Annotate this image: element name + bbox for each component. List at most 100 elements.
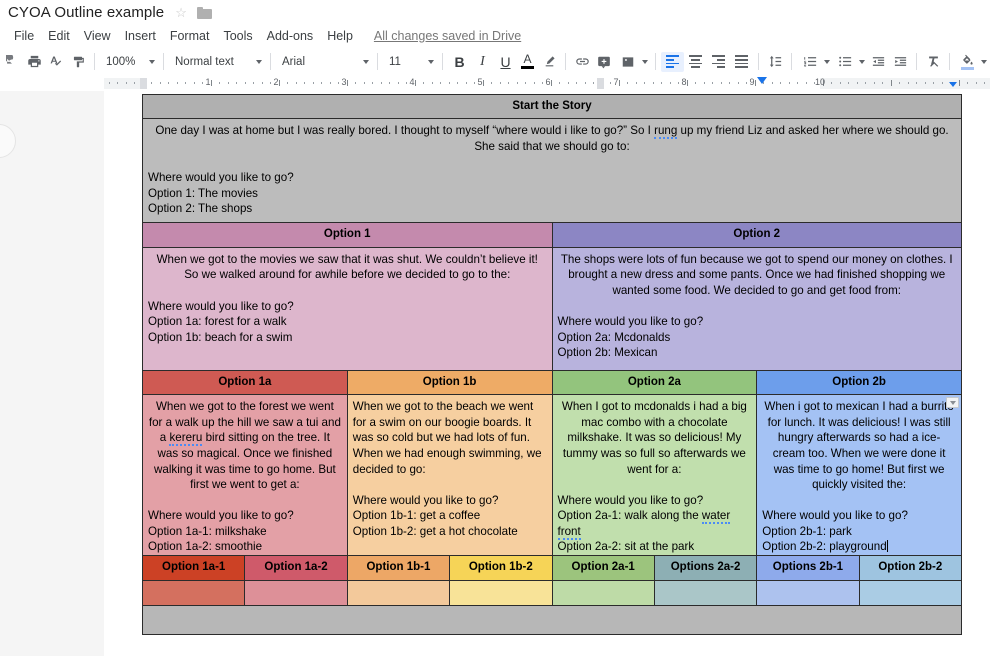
ruler-mid-indent-block[interactable] <box>597 78 604 89</box>
option-1b-header-cell[interactable]: Option 1b <box>346 369 553 396</box>
table-footer-cell[interactable] <box>142 604 962 635</box>
table-row: When we got to the movies we saw that it… <box>142 246 962 371</box>
add-comment-icon[interactable] <box>593 51 615 73</box>
insert-image-dropdown[interactable] <box>615 51 650 73</box>
font-family-dropdown[interactable]: Arial <box>276 51 372 73</box>
ruler-tick <box>236 82 237 84</box>
ruler-tick <box>746 82 747 84</box>
ruler-number: 3 <box>341 77 347 87</box>
workspace: Start the Story One day I was at home bu… <box>0 91 990 656</box>
option-1-body: When we got to the movies we saw that it… <box>143 248 552 370</box>
document-title[interactable]: CYOA Outline example <box>8 4 164 21</box>
undo-icon[interactable] <box>1 51 23 73</box>
option-2b-body-cell[interactable]: When i got to mexican I had a burrito fo… <box>756 394 962 557</box>
save-status-label[interactable]: All changes saved in Drive <box>374 29 521 43</box>
options-2b-1-header-cell[interactable]: Options 2b-1 <box>756 555 860 581</box>
option-1a-1-header-cell[interactable]: Option 1a-1 <box>141 555 246 581</box>
align-justify-icon[interactable] <box>730 52 753 72</box>
line-spacing-icon[interactable] <box>764 51 786 73</box>
folder-icon[interactable] <box>196 6 212 19</box>
align-left-icon[interactable] <box>661 51 684 72</box>
option-2-body-cell[interactable]: The shops were lots of fun because we go… <box>551 246 962 371</box>
ruler-tick <box>729 82 730 84</box>
menu-item-format[interactable]: Format <box>163 29 217 43</box>
menu-item-edit[interactable]: Edit <box>41 29 77 43</box>
align-center-icon[interactable] <box>684 52 707 72</box>
decrease-indent-icon[interactable] <box>867 51 889 73</box>
menu-item-insert[interactable]: Insert <box>118 29 163 43</box>
option-1a-body-cell[interactable]: When we got to the forest we went for a … <box>142 394 348 557</box>
menu-item-file[interactable]: File <box>7 29 41 43</box>
option-2b-header-cell[interactable]: Option 2b <box>756 369 962 396</box>
table-row <box>142 604 962 635</box>
ruler-tick <box>372 82 373 84</box>
menu-item-view[interactable]: View <box>77 29 118 43</box>
option-1b-body-cell[interactable]: When we got to the beach we went for a s… <box>346 394 553 557</box>
option-1a-1-body-cell[interactable] <box>141 579 246 606</box>
star-outline-icon[interactable]: ☆ <box>175 6 187 19</box>
option-2-header-cell[interactable]: Option 2 <box>551 222 962 248</box>
ruler-tick <box>899 82 900 84</box>
chevron-down-icon[interactable] <box>946 397 959 409</box>
ruler-tick <box>338 82 339 84</box>
option-1a-label: Option 1a: forest for a walk <box>148 315 287 329</box>
highlight-pen-icon[interactable] <box>538 51 560 73</box>
fill-color-dropdown[interactable] <box>955 51 989 73</box>
numbered-list-dropdown[interactable] <box>797 51 832 73</box>
start-story-option-2: Option 2: The shops <box>148 202 253 216</box>
align-right-icon[interactable] <box>707 52 730 72</box>
document-page[interactable]: Start the Story One day I was at home bu… <box>104 91 990 656</box>
option-1-header-cell[interactable]: Option 1 <box>142 222 553 248</box>
option-1a-2-header-cell[interactable]: Option 1a-2 <box>244 555 348 581</box>
start-story-header-cell[interactable]: Start the Story <box>142 93 962 120</box>
left-indent-marker[interactable] <box>757 77 767 84</box>
option-1b-1-body-cell[interactable] <box>346 579 451 606</box>
option-2a-1-header-cell[interactable]: Option 2a-1 <box>551 555 655 581</box>
option-1-body-cell[interactable]: When we got to the movies we saw that it… <box>142 246 553 371</box>
chevron-down-icon <box>859 59 865 64</box>
chevron-down-icon <box>149 59 155 64</box>
spellcheck-icon[interactable] <box>45 51 67 73</box>
option-1b-2-body-cell[interactable] <box>449 579 553 606</box>
bold-button[interactable]: B <box>448 51 471 73</box>
menu-item-addons[interactable]: Add-ons <box>260 29 321 43</box>
insert-link-icon[interactable] <box>571 51 593 73</box>
ruler-tick <box>805 82 807 84</box>
option-1a-2-body-cell[interactable] <box>244 579 348 606</box>
options-2a-2-body-cell[interactable] <box>653 579 758 606</box>
options-2b-1-body-cell[interactable] <box>756 579 860 606</box>
italic-button[interactable]: I <box>471 51 494 73</box>
option-1b-1-header-cell[interactable]: Option 1b-1 <box>346 555 451 581</box>
print-icon[interactable] <box>23 51 45 73</box>
ruler-tick <box>227 82 229 84</box>
option-1b-2-header-cell[interactable]: Option 1b-2 <box>449 555 553 581</box>
font-size-dropdown[interactable]: 11 <box>383 51 437 73</box>
option-2a-header-cell[interactable]: Option 2a <box>551 369 758 396</box>
option-2a-body-cell[interactable]: When I got to mcdonalds i had a big mac … <box>551 394 758 557</box>
zoom-dropdown[interactable]: 100% <box>100 51 158 73</box>
option-2b-prompt: Where would you like to go? <box>762 509 908 523</box>
option-2b-2-header-cell[interactable]: Option 2b-2 <box>858 555 963 581</box>
options-2a-2-header-cell[interactable]: Options 2a-2 <box>653 555 758 581</box>
ruler-tick <box>508 82 509 84</box>
underline-button[interactable]: U <box>494 51 517 73</box>
paint-format-icon[interactable] <box>67 51 89 73</box>
clear-formatting-icon[interactable] <box>922 51 944 73</box>
menu-item-help[interactable]: Help <box>320 29 360 43</box>
ruler-tick <box>516 82 518 84</box>
spacer-line <box>558 299 957 315</box>
text-color-button[interactable]: A <box>517 51 538 73</box>
document-outline-toggle[interactable] <box>0 124 16 158</box>
option-1a-header-cell[interactable]: Option 1a <box>142 369 348 396</box>
right-indent-marker[interactable] <box>949 82 957 87</box>
ruler[interactable]: 1 2 3 4 5 6 7 8 9 10 <box>0 76 990 91</box>
option-2a-1-body-cell[interactable] <box>551 579 655 606</box>
option-2a-1-label: Option 2a-1: walk along the water front <box>557 509 731 540</box>
increase-indent-icon[interactable] <box>889 51 911 73</box>
start-story-body-cell[interactable]: One day I was at home but I was really b… <box>142 118 962 224</box>
ruler-left-indent-block[interactable] <box>140 78 147 89</box>
option-2b-2-body-cell[interactable] <box>858 579 963 606</box>
paragraph-style-dropdown[interactable]: Normal text <box>169 51 265 73</box>
bulleted-list-dropdown[interactable] <box>832 51 867 73</box>
menu-item-tools[interactable]: Tools <box>216 29 259 43</box>
